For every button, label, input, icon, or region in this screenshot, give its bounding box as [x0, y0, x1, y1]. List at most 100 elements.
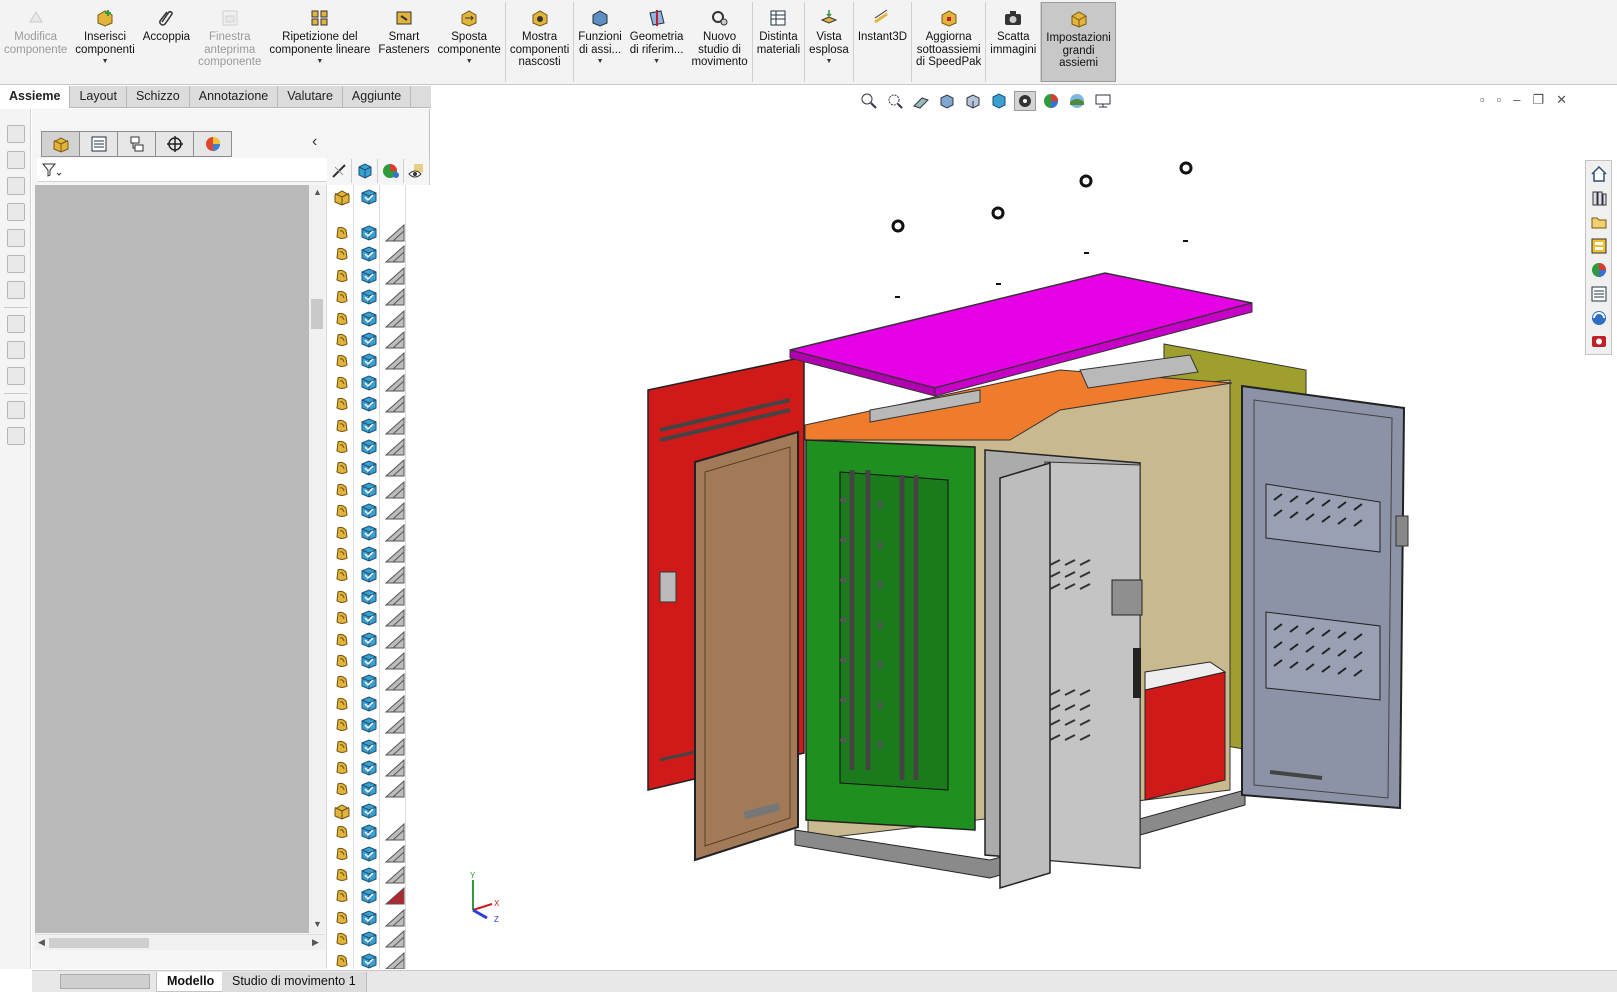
component-row[interactable]	[327, 371, 430, 393]
scroll-left-arrow-icon[interactable]: ◀	[38, 937, 45, 948]
component-row[interactable]	[327, 949, 430, 969]
component-row[interactable]	[327, 670, 430, 692]
tree-filter-bar[interactable]	[37, 158, 327, 182]
component-row[interactable]	[327, 906, 430, 928]
component-row[interactable]	[327, 563, 430, 585]
collapse-panel-chevron-icon[interactable]: ‹	[312, 133, 317, 151]
scroll-right-arrow-icon[interactable]: ▶	[312, 937, 319, 948]
toolbar-tool-icon[interactable]	[7, 203, 25, 221]
tab-aggiunte[interactable]: Aggiunte	[343, 86, 412, 108]
zoom-to-area-icon[interactable]	[884, 91, 906, 111]
ribbon-button-8[interactable]: Mostra componenti nascosti	[506, 2, 573, 82]
tab-featuremanager[interactable]	[41, 131, 80, 157]
dropdown-caret-icon[interactable]: ▼	[316, 58, 323, 66]
column-header-appearance[interactable]	[378, 159, 404, 183]
component-row[interactable]	[327, 456, 430, 478]
cabinet-model-viewport[interactable]: Y X Z	[431, 86, 1617, 969]
component-row[interactable]	[327, 264, 430, 286]
component-row[interactable]	[327, 328, 430, 350]
toolbar-tool-icon[interactable]	[7, 177, 25, 195]
dropdown-caret-icon[interactable]: ▼	[466, 58, 473, 66]
component-row[interactable]	[327, 521, 430, 543]
component-row[interactable]	[327, 842, 430, 864]
restore-icon[interactable]: ❐	[1532, 92, 1544, 108]
toolbar-tool-icon[interactable]	[7, 281, 25, 299]
toolbar-tool-icon[interactable]	[7, 401, 25, 419]
component-row[interactable]	[327, 185, 430, 207]
ribbon-button-16[interactable]: Scatta immagini	[986, 2, 1040, 82]
tab-annotazione[interactable]: Annotazione	[190, 86, 279, 108]
forum-icon[interactable]	[1590, 333, 1608, 351]
tree-horizontal-scrollbar[interactable]: ◀ ▶	[35, 934, 325, 950]
ribbon-button-15[interactable]: Aggiorna sottoassiemi di SpeedPak	[912, 2, 985, 82]
tree-vertical-scrollbar[interactable]: ▲ ▼	[309, 185, 325, 933]
component-row[interactable]	[327, 307, 430, 329]
ribbon-button-14[interactable]: Instant3D	[854, 2, 911, 82]
component-row[interactable]	[327, 414, 430, 436]
component-row[interactable]	[327, 713, 430, 735]
component-row[interactable]	[327, 606, 430, 628]
component-row[interactable]	[327, 435, 430, 457]
dropdown-caret-icon[interactable]: ▼	[597, 58, 604, 66]
toolbar-tool-icon[interactable]	[7, 341, 25, 359]
tab-schizzo[interactable]: Schizzo	[127, 86, 190, 108]
hide-show-items-icon[interactable]	[1014, 91, 1036, 111]
display-style-icon[interactable]	[988, 91, 1010, 111]
zoom-to-fit-icon[interactable]	[858, 91, 880, 111]
toolbar-tool-icon[interactable]	[7, 151, 25, 169]
toolbar-tool-icon[interactable]	[7, 125, 25, 143]
component-row[interactable]	[327, 221, 430, 243]
apply-scene-icon[interactable]	[1066, 91, 1088, 111]
feature-tree-area[interactable]	[35, 185, 309, 933]
tile-right-icon[interactable]: ▫	[1497, 92, 1502, 108]
view-settings-monitor-icon[interactable]	[1092, 91, 1114, 111]
component-row[interactable]	[327, 799, 430, 821]
toolbar-tool-icon[interactable]	[7, 255, 25, 273]
filter-funnel-icon[interactable]	[41, 162, 63, 178]
appearance-triangle-icon[interactable]	[384, 951, 405, 969]
component-row[interactable]	[327, 585, 430, 607]
component-row[interactable]	[327, 649, 430, 671]
tab-configurationmanager[interactable]	[117, 131, 156, 157]
display-mode-cube-icon[interactable]	[360, 952, 378, 969]
component-row[interactable]	[327, 735, 430, 757]
tab-propertymanager[interactable]	[79, 131, 118, 157]
tab-navigation-arrows[interactable]	[60, 974, 150, 989]
toolbar-tool-icon[interactable]	[7, 229, 25, 247]
ribbon-button-17[interactable]: Impostazioni grandi assiemi	[1041, 2, 1116, 82]
ribbon-button-11[interactable]: Nuovo studio di movimento	[687, 2, 751, 82]
component-row[interactable]	[327, 542, 430, 564]
file-explorer-folder-icon[interactable]	[1590, 213, 1608, 231]
section-view-icon[interactable]	[936, 91, 958, 111]
component-row[interactable]	[327, 863, 430, 885]
component-row[interactable]	[327, 242, 430, 264]
component-row[interactable]	[327, 756, 430, 778]
component-row[interactable]	[327, 478, 430, 500]
column-header-transparency[interactable]	[404, 159, 430, 183]
ribbon-button-9[interactable]: Funzioni di assi... ▼	[574, 2, 625, 82]
scroll-up-arrow-icon[interactable]: ▲	[313, 187, 322, 197]
home-icon[interactable]	[1590, 165, 1608, 183]
component-row[interactable]	[327, 927, 430, 949]
ribbon-button-13[interactable]: Vista esplosa ▼	[805, 2, 853, 82]
component-row[interactable]	[327, 285, 430, 307]
ribbon-button-1[interactable]: Modifica componente	[0, 2, 71, 82]
component-row[interactable]	[327, 628, 430, 650]
tab-valutare[interactable]: Valutare	[278, 86, 343, 108]
solidworks-resources-icon[interactable]	[1590, 309, 1608, 327]
ribbon-button-2[interactable]: Inserisci componenti ▼	[71, 2, 138, 82]
ribbon-button-12[interactable]: Distinta materiali	[753, 2, 804, 82]
tab-dimxpert[interactable]	[155, 131, 194, 157]
minimize-icon[interactable]: –	[1513, 92, 1520, 108]
ribbon-button-4[interactable]: Finestra anteprima componente	[194, 2, 265, 82]
graphics-area[interactable]: Y X Z	[431, 86, 1617, 969]
tab-studio-di-movimento[interactable]: Studio di movimento 1	[222, 972, 367, 992]
design-library-icon[interactable]	[1590, 189, 1608, 207]
component-row[interactable]	[327, 777, 430, 799]
component-row[interactable]	[327, 692, 430, 714]
column-header-visibility[interactable]	[326, 159, 352, 183]
previous-view-icon[interactable]	[910, 91, 932, 111]
component-row[interactable]	[327, 392, 430, 414]
tab-modello[interactable]: Modello	[156, 972, 226, 992]
column-header-display-mode[interactable]	[352, 159, 378, 183]
